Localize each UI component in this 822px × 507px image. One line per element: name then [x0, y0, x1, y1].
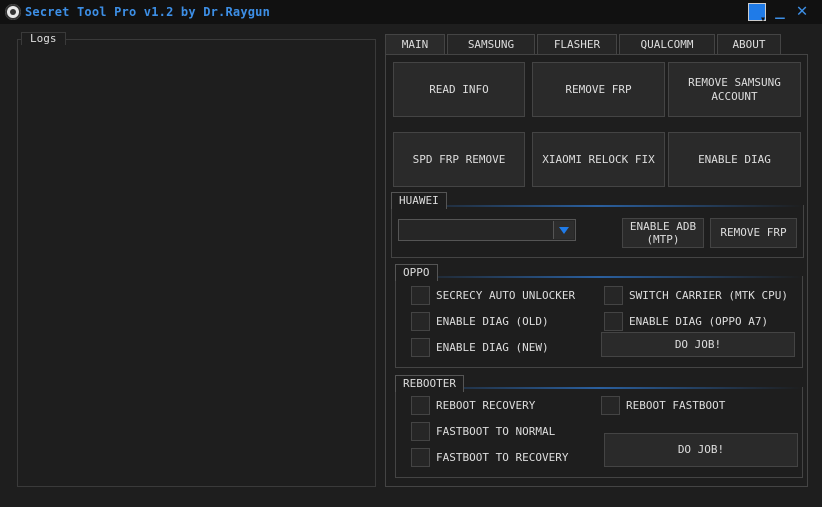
- enable-diag-new-label: ENABLE DIAG (NEW): [436, 341, 549, 354]
- enable-adb-mtp-button[interactable]: ENABLE ADB (MTP): [622, 218, 704, 248]
- reboot-fastboot-label: REBOOT FASTBOOT: [626, 399, 726, 412]
- app-logo-icon: [5, 4, 21, 20]
- enable-diag-old-checkbox[interactable]: [411, 312, 430, 331]
- tab-about[interactable]: ABOUT: [717, 34, 781, 55]
- tab-samsung[interactable]: SAMSUNG: [447, 34, 535, 55]
- chevron-down-icon[interactable]: [553, 221, 574, 239]
- logs-label: Logs: [21, 32, 66, 45]
- huawei-label: HUAWEI: [391, 192, 447, 209]
- tab-flasher[interactable]: FLASHER: [537, 34, 617, 55]
- secrecy-auto-unlocker-label: SECRECY AUTO UNLOCKER: [436, 289, 576, 302]
- fastboot-to-recovery-label: FASTBOOT TO RECOVERY: [436, 451, 569, 464]
- reboot-fastboot-checkbox[interactable]: [601, 396, 620, 415]
- reboot-recovery-label: REBOOT RECOVERY: [436, 399, 536, 412]
- enable-diag-button[interactable]: ENABLE DIAG: [668, 132, 801, 187]
- xiaomi-relock-fix-button[interactable]: XIAOMI RELOCK FIX: [532, 132, 665, 187]
- fastboot-to-normal-label: FASTBOOT TO NORMAL: [436, 425, 556, 438]
- rebooter-do-job-button[interactable]: DO JOB!: [604, 433, 798, 467]
- fastboot-to-recovery-checkbox[interactable]: [411, 448, 430, 467]
- close-button[interactable]: ✕: [792, 2, 812, 22]
- tab-qualcomm[interactable]: QUALCOMM: [619, 34, 715, 55]
- logs-panel: Logs: [17, 32, 376, 487]
- color-picker-button[interactable]: [748, 3, 766, 25]
- secrecy-auto-unlocker-checkbox[interactable]: [411, 286, 430, 305]
- remove-samsung-account-button[interactable]: REMOVE SAMSUNG ACCOUNT: [668, 62, 801, 117]
- enable-diag-oppo-a7-label: ENABLE DIAG (OPPO A7): [629, 315, 769, 328]
- tab-main[interactable]: MAIN: [385, 34, 445, 55]
- enable-diag-new-checkbox[interactable]: [411, 338, 430, 357]
- oppo-label: OPPO: [395, 264, 438, 281]
- huawei-model-select[interactable]: [398, 219, 576, 241]
- fastboot-to-normal-checkbox[interactable]: [411, 422, 430, 441]
- window-title: Secret Tool Pro v1.2 by Dr.Raygun: [25, 5, 271, 19]
- huawei-remove-frp-button[interactable]: REMOVE FRP: [710, 218, 797, 248]
- minimize-button[interactable]: _: [770, 2, 790, 22]
- enable-diag-oppo-a7-checkbox[interactable]: [604, 312, 623, 331]
- oppo-do-job-button[interactable]: DO JOB!: [601, 332, 795, 357]
- enable-diag-old-label: ENABLE DIAG (OLD): [436, 315, 549, 328]
- spd-frp-remove-button[interactable]: SPD FRP REMOVE: [393, 132, 525, 187]
- remove-frp-button[interactable]: REMOVE FRP: [532, 62, 665, 117]
- read-info-button[interactable]: READ INFO: [393, 62, 525, 117]
- rebooter-label: REBOOTER: [395, 375, 464, 392]
- title-bar: Secret Tool Pro v1.2 by Dr.Raygun _ ✕: [0, 0, 822, 25]
- switch-carrier-checkbox[interactable]: [604, 286, 623, 305]
- switch-carrier-label: SWITCH CARRIER (MTK CPU): [629, 289, 788, 302]
- reboot-recovery-checkbox[interactable]: [411, 396, 430, 415]
